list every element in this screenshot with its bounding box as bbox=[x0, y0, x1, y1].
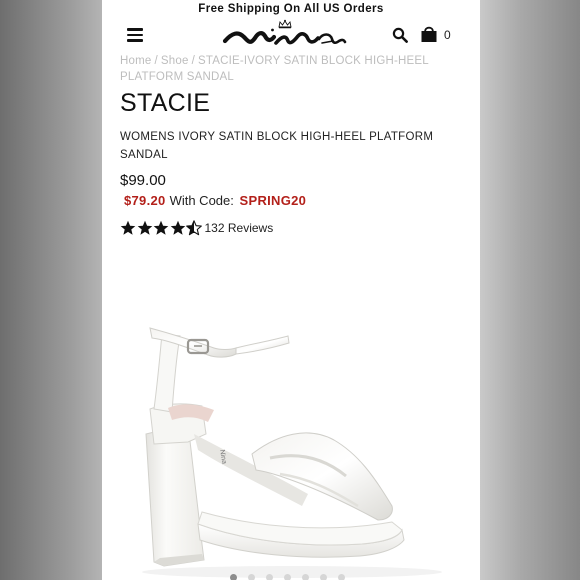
gallery-dot[interactable] bbox=[248, 574, 255, 580]
star-full-icon bbox=[120, 220, 136, 235]
breadcrumb: Home / Shoe / STACIE-IVORY SATIN BLOCK HIGH-… bbox=[120, 53, 450, 85]
breadcrumb-shoe[interactable]: Shoe bbox=[161, 55, 189, 67]
cart-count[interactable]: 0 bbox=[444, 28, 451, 42]
reviews-link[interactable]: 132 Reviews bbox=[205, 221, 274, 235]
star-full-icon bbox=[137, 220, 152, 235]
gallery-dot[interactable] bbox=[302, 574, 309, 580]
site-header: 0 bbox=[102, 19, 480, 51]
rating-summary[interactable]: 132 Reviews bbox=[120, 219, 273, 237]
phone-screen: Free Shipping On All US Orders 0 Home / … bbox=[102, 0, 480, 580]
shopping-bag-icon[interactable] bbox=[420, 25, 438, 43]
hamburger-menu-icon[interactable] bbox=[127, 28, 143, 42]
breadcrumb-separator: / bbox=[191, 55, 195, 67]
star-rating bbox=[120, 220, 203, 236]
gallery-dot[interactable] bbox=[266, 574, 273, 580]
search-icon[interactable] bbox=[392, 27, 408, 43]
promo-label: With Code: bbox=[169, 193, 234, 208]
promo-price: $79.20 bbox=[124, 193, 166, 208]
background-left bbox=[0, 0, 102, 580]
star-full-icon bbox=[170, 220, 185, 235]
breadcrumb-separator: / bbox=[154, 55, 158, 67]
gallery-dot[interactable] bbox=[284, 574, 291, 580]
product-price: $99.00 bbox=[120, 172, 166, 189]
gallery-pagination bbox=[230, 574, 356, 580]
background-right bbox=[480, 0, 580, 580]
gallery-dot[interactable] bbox=[320, 574, 327, 580]
nina-logo[interactable] bbox=[222, 19, 348, 47]
promo-banner: Free Shipping On All US Orders bbox=[198, 3, 384, 15]
promo-code: SPRING20 bbox=[239, 193, 307, 208]
product-title: STACIE bbox=[120, 89, 211, 117]
star-half-icon bbox=[186, 220, 202, 236]
gallery-dot[interactable] bbox=[230, 574, 237, 580]
product-image[interactable]: Nina bbox=[102, 244, 480, 580]
gallery-dot[interactable] bbox=[338, 574, 345, 580]
breadcrumb-home[interactable]: Home bbox=[120, 55, 151, 67]
promo-price-line: $79.20 With Code: SPRING20 bbox=[124, 193, 306, 208]
product-description: WOMENS IVORY SATIN BLOCK HIGH-HEEL PLATF… bbox=[120, 131, 434, 161]
star-full-icon bbox=[153, 220, 169, 235]
